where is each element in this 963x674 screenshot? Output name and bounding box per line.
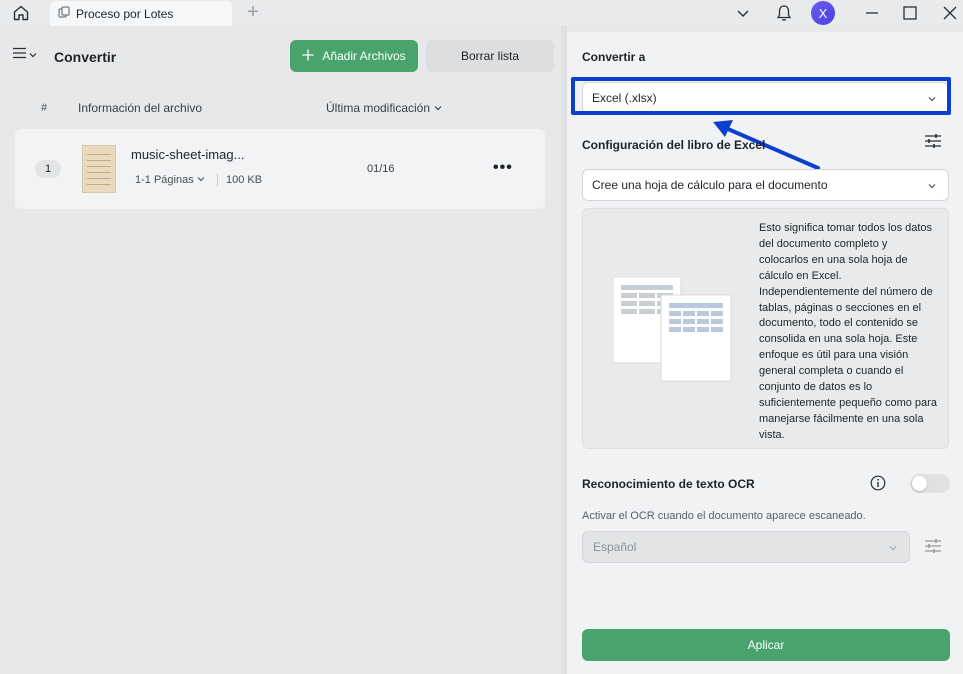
- avatar[interactable]: X: [811, 1, 835, 25]
- chevron-down-icon: [927, 93, 937, 107]
- add-files-button[interactable]: Añadir Archivos: [290, 40, 418, 72]
- plus-icon: [302, 49, 314, 64]
- batch-tab-icon: [58, 6, 70, 21]
- file-list-panel: Convertir Añadir Archivos Borrar lista #…: [0, 32, 561, 674]
- chevron-down-icon: [888, 542, 898, 556]
- output-format-select[interactable]: Excel (.xlsx): [582, 82, 949, 114]
- description-card: Esto significa tomar todos los datos del…: [582, 208, 949, 449]
- chevron-down-icon: [434, 101, 442, 115]
- tab-batch-process[interactable]: Proceso por Lotes: [50, 1, 232, 26]
- column-header-modified[interactable]: Última modificación: [326, 101, 442, 115]
- file-thumbnail: [82, 145, 116, 193]
- hamburger-icon: [13, 47, 26, 62]
- row-index: 1: [35, 160, 61, 178]
- file-date: 01/16: [367, 163, 395, 175]
- chevron-down-icon: [197, 174, 205, 186]
- spreadsheet-illustration-icon: [612, 276, 738, 390]
- column-header-index: #: [41, 102, 48, 114]
- convert-settings-panel: Convertir a Excel (.xlsx) Configuración …: [567, 32, 963, 674]
- new-tab-icon[interactable]: +: [244, 2, 262, 22]
- page-range-label: 1-1 Páginas: [135, 174, 194, 186]
- mode-description: Esto significa tomar todos los datos del…: [759, 222, 937, 441]
- column-header-modified-label: Última modificación: [326, 101, 431, 115]
- clear-list-button[interactable]: Borrar lista: [426, 40, 554, 72]
- sliders-icon[interactable]: [924, 132, 942, 153]
- ocr-language-select[interactable]: Español: [582, 531, 910, 563]
- home-icon[interactable]: [10, 3, 32, 23]
- info-icon[interactable]: [870, 475, 886, 494]
- excel-config-title: Configuración del libro de Excel: [582, 138, 766, 152]
- output-format-value: Excel (.xlsx): [592, 91, 657, 105]
- chevron-down-icon: [927, 180, 937, 194]
- file-name: music-sheet-imag...: [131, 147, 245, 162]
- apply-button[interactable]: Aplicar: [582, 629, 950, 661]
- maximize-icon[interactable]: [899, 3, 921, 23]
- ocr-title: Reconocimiento de texto OCR: [582, 477, 755, 491]
- convert-to-title: Convertir a: [582, 50, 646, 64]
- tab-label: Proceso por Lotes: [76, 6, 174, 21]
- ocr-toggle[interactable]: [910, 474, 950, 493]
- table-row[interactable]: 1 music-sheet-imag... 1-1 Páginas 100 KB…: [15, 129, 545, 209]
- workbook-mode-value: Cree una hoja de cálculo para el documen…: [592, 178, 828, 192]
- close-icon[interactable]: [939, 3, 961, 23]
- minimize-icon[interactable]: [861, 3, 883, 23]
- page-range-dropdown[interactable]: 1-1 Páginas: [135, 174, 205, 186]
- add-files-label: Añadir Archivos: [322, 49, 406, 63]
- sliders-icon[interactable]: [924, 537, 942, 558]
- column-header-info: Información del archivo: [78, 101, 203, 115]
- workbook-mode-select[interactable]: Cree una hoja de cálculo para el documen…: [582, 169, 949, 201]
- chevron-down-icon: [29, 48, 37, 62]
- menu-button[interactable]: [13, 47, 37, 62]
- ocr-description: Activar el OCR cuando el documento apare…: [582, 510, 866, 522]
- more-options-icon[interactable]: •••: [493, 159, 513, 177]
- bell-icon[interactable]: [773, 3, 795, 23]
- chevron-down-icon[interactable]: [732, 3, 754, 23]
- file-size: 100 KB: [217, 174, 262, 186]
- title-bar: Proceso por Lotes + X: [0, 0, 963, 26]
- ocr-language-value: Español: [593, 540, 637, 554]
- page-title: Convertir: [54, 49, 117, 65]
